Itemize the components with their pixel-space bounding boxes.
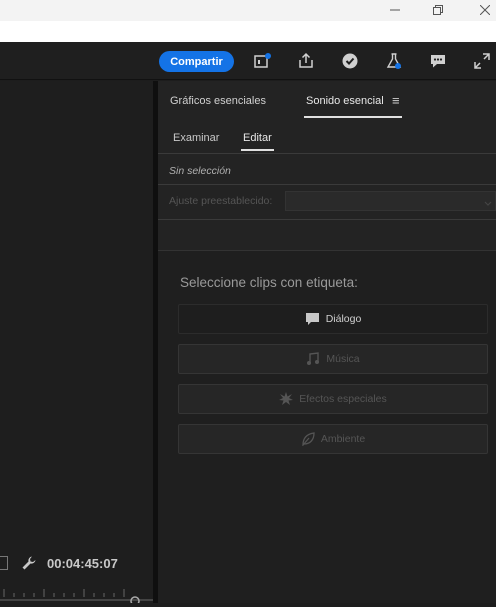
- music-note-icon: [306, 352, 320, 366]
- sfx-button[interactable]: Efectos especiales: [178, 384, 488, 414]
- tab-essential-graphics[interactable]: Gráficos esenciales: [170, 95, 266, 107]
- minimize-button[interactable]: [372, 0, 418, 21]
- restore-button[interactable]: [415, 0, 461, 21]
- burst-icon: [279, 392, 294, 406]
- settings-dropdown[interactable]: [0, 556, 8, 570]
- music-label: Música: [326, 353, 360, 365]
- menu-strip: [0, 21, 496, 42]
- timecode-display[interactable]: 00:04:45:07: [47, 556, 118, 571]
- music-button[interactable]: Música: [178, 344, 488, 374]
- tab-edit[interactable]: Editar: [243, 132, 272, 144]
- check-icon[interactable]: [339, 50, 361, 72]
- sfx-label: Efectos especiales: [299, 393, 387, 405]
- fullscreen-icon[interactable]: [471, 50, 493, 72]
- timeline-ruler[interactable]: [0, 585, 153, 606]
- speech-bubble-icon: [305, 312, 320, 326]
- feedback-icon[interactable]: [427, 50, 449, 72]
- restore-icon: [433, 4, 443, 18]
- close-button[interactable]: [462, 0, 496, 21]
- preset-label: Ajuste preestablecido:: [169, 195, 273, 207]
- program-monitor-panel: [0, 81, 153, 603]
- divider: [158, 153, 496, 154]
- app-header: [0, 42, 496, 80]
- divider: [158, 219, 496, 220]
- ambience-button[interactable]: Ambiente: [178, 424, 488, 454]
- dialogue-button[interactable]: Diálogo: [178, 304, 488, 334]
- flask-icon[interactable]: [383, 50, 405, 72]
- divider: [158, 184, 496, 185]
- ambience-label: Ambiente: [320, 433, 366, 445]
- wrench-icon[interactable]: [21, 555, 37, 575]
- publish-icon[interactable]: [295, 50, 317, 72]
- panel-menu-icon[interactable]: ≡: [392, 93, 400, 108]
- chevron-down-icon: [483, 195, 493, 214]
- leaf-icon: [301, 432, 315, 446]
- dialogue-label: Diálogo: [325, 313, 362, 325]
- preset-select[interactable]: [285, 191, 496, 211]
- minimize-icon: [390, 4, 400, 18]
- no-selection-label: Sin selección: [169, 165, 231, 177]
- quick-export-icon[interactable]: [251, 50, 273, 72]
- active-subtab-indicator: [241, 149, 274, 151]
- close-icon: [479, 4, 491, 18]
- select-clips-prompt: Seleccione clips con etiqueta:: [180, 275, 358, 290]
- tab-browse[interactable]: Examinar: [173, 132, 219, 144]
- tab-essential-sound[interactable]: Sonido esencial: [306, 95, 384, 107]
- share-button[interactable]: Compartir: [159, 51, 234, 72]
- active-tab-indicator: [304, 116, 402, 118]
